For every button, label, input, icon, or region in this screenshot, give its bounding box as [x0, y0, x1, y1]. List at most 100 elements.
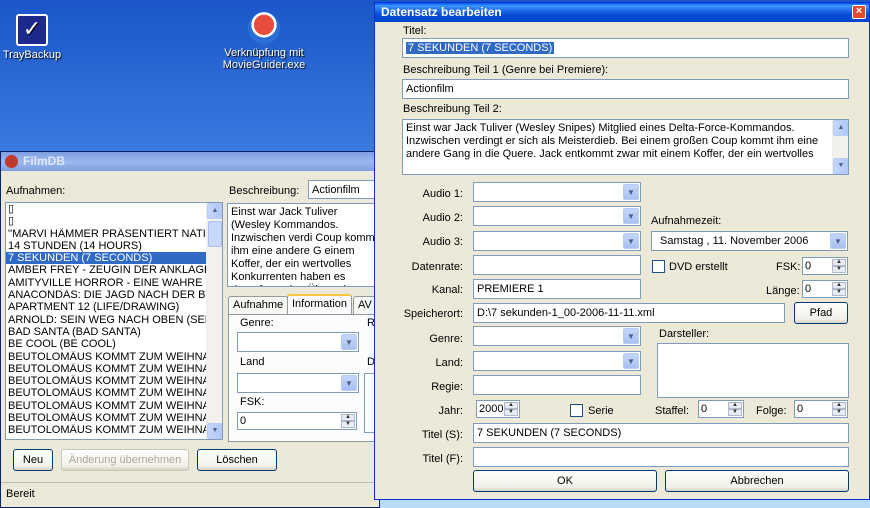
aufnahmen-scrollbar[interactable]: ▲ ▼	[206, 203, 222, 439]
tab-information[interactable]: Information	[287, 294, 353, 314]
chevron-down-icon[interactable]: ▼	[623, 353, 639, 369]
list-item[interactable]: ''MARVI HÄMMER PRÄSENTIERT NATI	[6, 228, 222, 240]
aufnahmezeit-value: Samstag , 11. November 2006	[660, 235, 809, 247]
list-item[interactable]: BEUTOLOMÄUS KOMMT ZUM WEIHNA	[6, 363, 222, 375]
loeschen-button[interactable]: Löschen	[197, 449, 277, 471]
ok-button[interactable]: OK	[473, 470, 657, 492]
filmdb-titlebar[interactable]: FilmDB	[1, 152, 379, 171]
chevron-down-icon[interactable]: ▼	[623, 184, 639, 200]
list-item[interactable]: ▯	[6, 215, 222, 227]
chevron-down-icon[interactable]: ▼	[830, 233, 846, 249]
aufnahmen-list[interactable]: ▯ ▯ ''MARVI HÄMMER PRÄSENTIERT NATI 14 STUN…	[5, 202, 223, 440]
spin-up-icon[interactable]: ▲	[504, 402, 518, 409]
list-item[interactable]: BE COOL (BE COOL)	[6, 338, 222, 350]
spin-up-icon[interactable]: ▲	[832, 282, 846, 289]
spin-down-icon[interactable]: ▼	[504, 409, 518, 416]
list-item[interactable]: BEUTOLOMÄUS KOMMT ZUM WEIHNA	[6, 387, 222, 399]
scroll-down-icon[interactable]: ▼	[833, 158, 848, 174]
speicherort-field[interactable]: D:\7 sekunden-1_00-2006-11-11.xml	[473, 303, 785, 323]
titel-s-label: Titel (S):	[421, 429, 463, 441]
tab-aufnahme[interactable]: Aufnahme	[228, 296, 289, 314]
pfad-button[interactable]: Pfad	[794, 302, 848, 324]
beschr2-textarea[interactable]: Einst war Jack Tuliver (Wesley Snipes) M…	[402, 119, 849, 175]
audio2-select[interactable]: ▼	[473, 206, 641, 226]
spin-up-icon[interactable]: ▲	[832, 402, 846, 409]
list-item[interactable]: 7 SEKUNDEN (7 SECONDS)	[6, 252, 222, 265]
staffel-value: 0	[701, 403, 708, 415]
spin-up-icon[interactable]: ▲	[728, 402, 742, 409]
close-icon[interactable]: ×	[852, 5, 866, 19]
fsk-spinner[interactable]: 0 ▲ ▼	[237, 412, 357, 430]
chevron-down-icon[interactable]: ▼	[341, 334, 357, 350]
jahr-spinner[interactable]: 2000 ▲ ▼	[476, 400, 520, 418]
audio1-select[interactable]: ▼	[473, 182, 641, 202]
neu-button[interactable]: Neu	[13, 449, 53, 471]
datenrate-field[interactable]	[473, 255, 641, 275]
folge-label: Folge:	[756, 405, 787, 417]
desktop-icon-movieguider[interactable]: Verknüpfung mit MovieGuider.exe	[220, 12, 308, 71]
fsk-value: 0	[240, 415, 247, 427]
list-item[interactable]: ▯	[6, 203, 222, 215]
list-item[interactable]: BEUTOLOMÄUS KOMMT ZUM WEIHNA	[6, 424, 222, 436]
darsteller-field[interactable]	[657, 343, 849, 398]
list-item[interactable]: BEUTOLOMÄUS KOMMT ZUM WEIHNA	[6, 375, 222, 387]
kanal-label: Kanal:	[431, 284, 463, 296]
spin-down-icon[interactable]: ▼	[832, 266, 846, 273]
list-item[interactable]: BEUTOLOMÄUS KOMMT ZUM WEIHNA	[6, 351, 222, 363]
beschr2-label: Beschreibung Teil 2:	[403, 103, 502, 115]
list-item[interactable]: 14 STUNDEN (14 HOURS)	[6, 240, 222, 252]
list-item[interactable]: AMBER FREY - ZEUGIN DER ANKLAGE	[6, 264, 222, 276]
staffel-label: Staffel:	[655, 405, 690, 417]
aenderung-button[interactable]: Änderung übernehmen	[61, 449, 189, 471]
spin-up-icon[interactable]: ▲	[341, 414, 355, 421]
spin-down-icon[interactable]: ▼	[832, 289, 846, 296]
chevron-down-icon[interactable]: ▼	[623, 328, 639, 344]
land-select[interactable]: ▼	[237, 373, 359, 393]
folge-spinner[interactable]: 0 ▲ ▼	[794, 400, 848, 418]
chevron-down-icon[interactable]: ▼	[623, 208, 639, 224]
abbrechen-button[interactable]: Abbrechen	[665, 470, 849, 492]
scroll-thumb[interactable]	[208, 221, 222, 247]
titel-field[interactable]: 7 SEKUNDEN (7 SECONDS)	[402, 38, 849, 58]
desktop-icon-traybackup[interactable]: ✓ TrayBackup	[0, 14, 72, 61]
titel-s-field[interactable]: 7 SEKUNDEN (7 SECONDS)	[473, 423, 849, 443]
status-text: Bereit	[6, 488, 35, 500]
land-select[interactable]: ▼	[473, 351, 641, 371]
chevron-down-icon[interactable]: ▼	[341, 375, 357, 391]
darsteller-label: Darsteller:	[659, 328, 710, 340]
staffel-spinner[interactable]: 0 ▲ ▼	[698, 400, 744, 418]
fsk-spinner[interactable]: 0 ▲ ▼	[802, 257, 848, 275]
spin-up-icon[interactable]: ▲	[832, 259, 846, 266]
spin-down-icon[interactable]: ▼	[832, 409, 846, 416]
filmdb-description[interactable]: Einst war Jack Tuliver (Wesley Kommandos…	[227, 203, 381, 287]
serie-checkbox[interactable]	[570, 404, 583, 417]
list-item[interactable]: ANACONDAS: DIE JAGD NACH DER BL	[6, 289, 222, 301]
dvd-checkbox[interactable]	[652, 260, 665, 273]
list-item[interactable]: ARNOLD: SEIN WEG NACH OBEN (SEE	[6, 314, 222, 326]
kanal-field[interactable]: PREMIERE 1	[473, 279, 641, 299]
list-item[interactable]: AMITYVILLE HORROR - EINE WAHRE G	[6, 277, 222, 289]
genre-select[interactable]: ▼	[237, 332, 359, 352]
beschreibung-field[interactable]: Actionfilm	[308, 180, 378, 199]
beschr2-scrollbar[interactable]: ▲ ▼	[832, 120, 848, 174]
audio1-label: Audio 1:	[422, 188, 463, 200]
genre-select[interactable]: ▼	[473, 326, 641, 346]
scroll-up-icon[interactable]: ▲	[207, 203, 222, 219]
spin-down-icon[interactable]: ▼	[728, 409, 742, 416]
list-item[interactable]: APARTMENT 12 (LIFE/DRAWING)	[6, 301, 222, 313]
scroll-up-icon[interactable]: ▲	[833, 120, 848, 136]
status-bar: Bereit	[1, 482, 379, 507]
list-item[interactable]: BAD SANTA (BAD SANTA)	[6, 326, 222, 338]
aufnahmezeit-picker[interactable]: Samstag , 11. November 2006 ▼	[651, 231, 848, 251]
list-item[interactable]: BEUTOLOMÄUS KOMMT ZUM WEIHNA	[6, 412, 222, 424]
laenge-spinner[interactable]: 0 ▲ ▼	[802, 280, 848, 298]
audio3-select[interactable]: ▼	[473, 231, 641, 251]
spin-down-icon[interactable]: ▼	[341, 421, 355, 428]
list-item[interactable]: BEUTOLOMÄUS KOMMT ZUM WEIHNA	[6, 400, 222, 412]
chevron-down-icon[interactable]: ▼	[623, 233, 639, 249]
dialog-titlebar[interactable]: Datensatz bearbeiten ×	[375, 3, 869, 22]
scroll-down-icon[interactable]: ▼	[207, 423, 222, 439]
regie-field[interactable]	[473, 375, 641, 395]
beschr1-field[interactable]: Actionfilm	[402, 79, 849, 99]
titel-f-field[interactable]	[473, 447, 849, 467]
